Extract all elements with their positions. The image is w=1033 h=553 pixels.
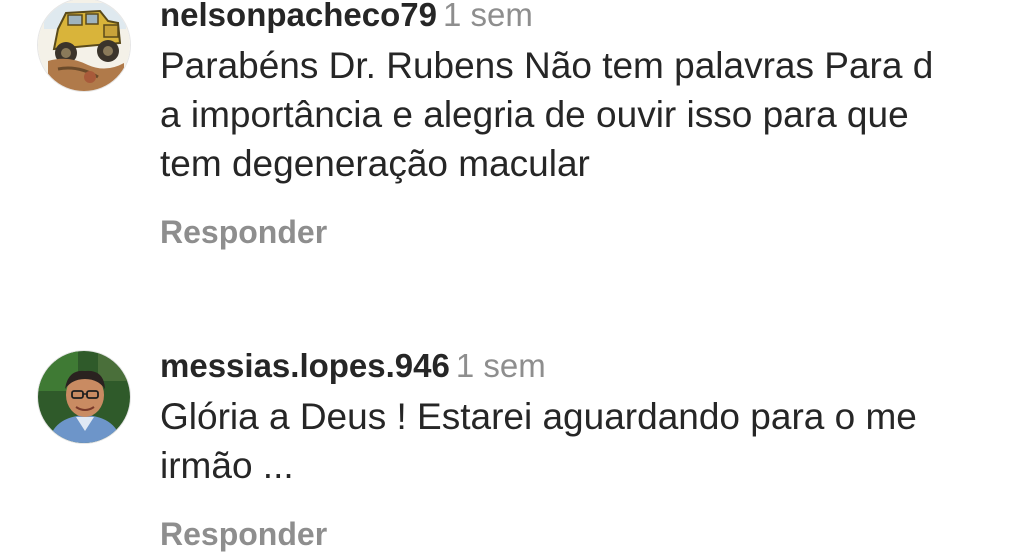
avatar[interactable] — [37, 0, 131, 92]
comment-timestamp: 1 sem — [442, 0, 533, 33]
comment-timestamp: 1 sem — [455, 347, 546, 384]
jeep-avatar-icon — [38, 0, 130, 91]
person-avatar-icon — [38, 351, 130, 443]
comment-text: Glória a Deus ! Estarei aguardando para … — [160, 396, 917, 486]
comment-text: Parabéns Dr. Rubens Não tem palavras Par… — [160, 45, 934, 184]
avatar[interactable] — [37, 350, 131, 444]
reply-button[interactable]: Responder — [160, 214, 327, 251]
comment-username[interactable]: nelsonpacheco79 — [160, 0, 437, 33]
comment-username[interactable]: messias.lopes.946 — [160, 347, 450, 384]
